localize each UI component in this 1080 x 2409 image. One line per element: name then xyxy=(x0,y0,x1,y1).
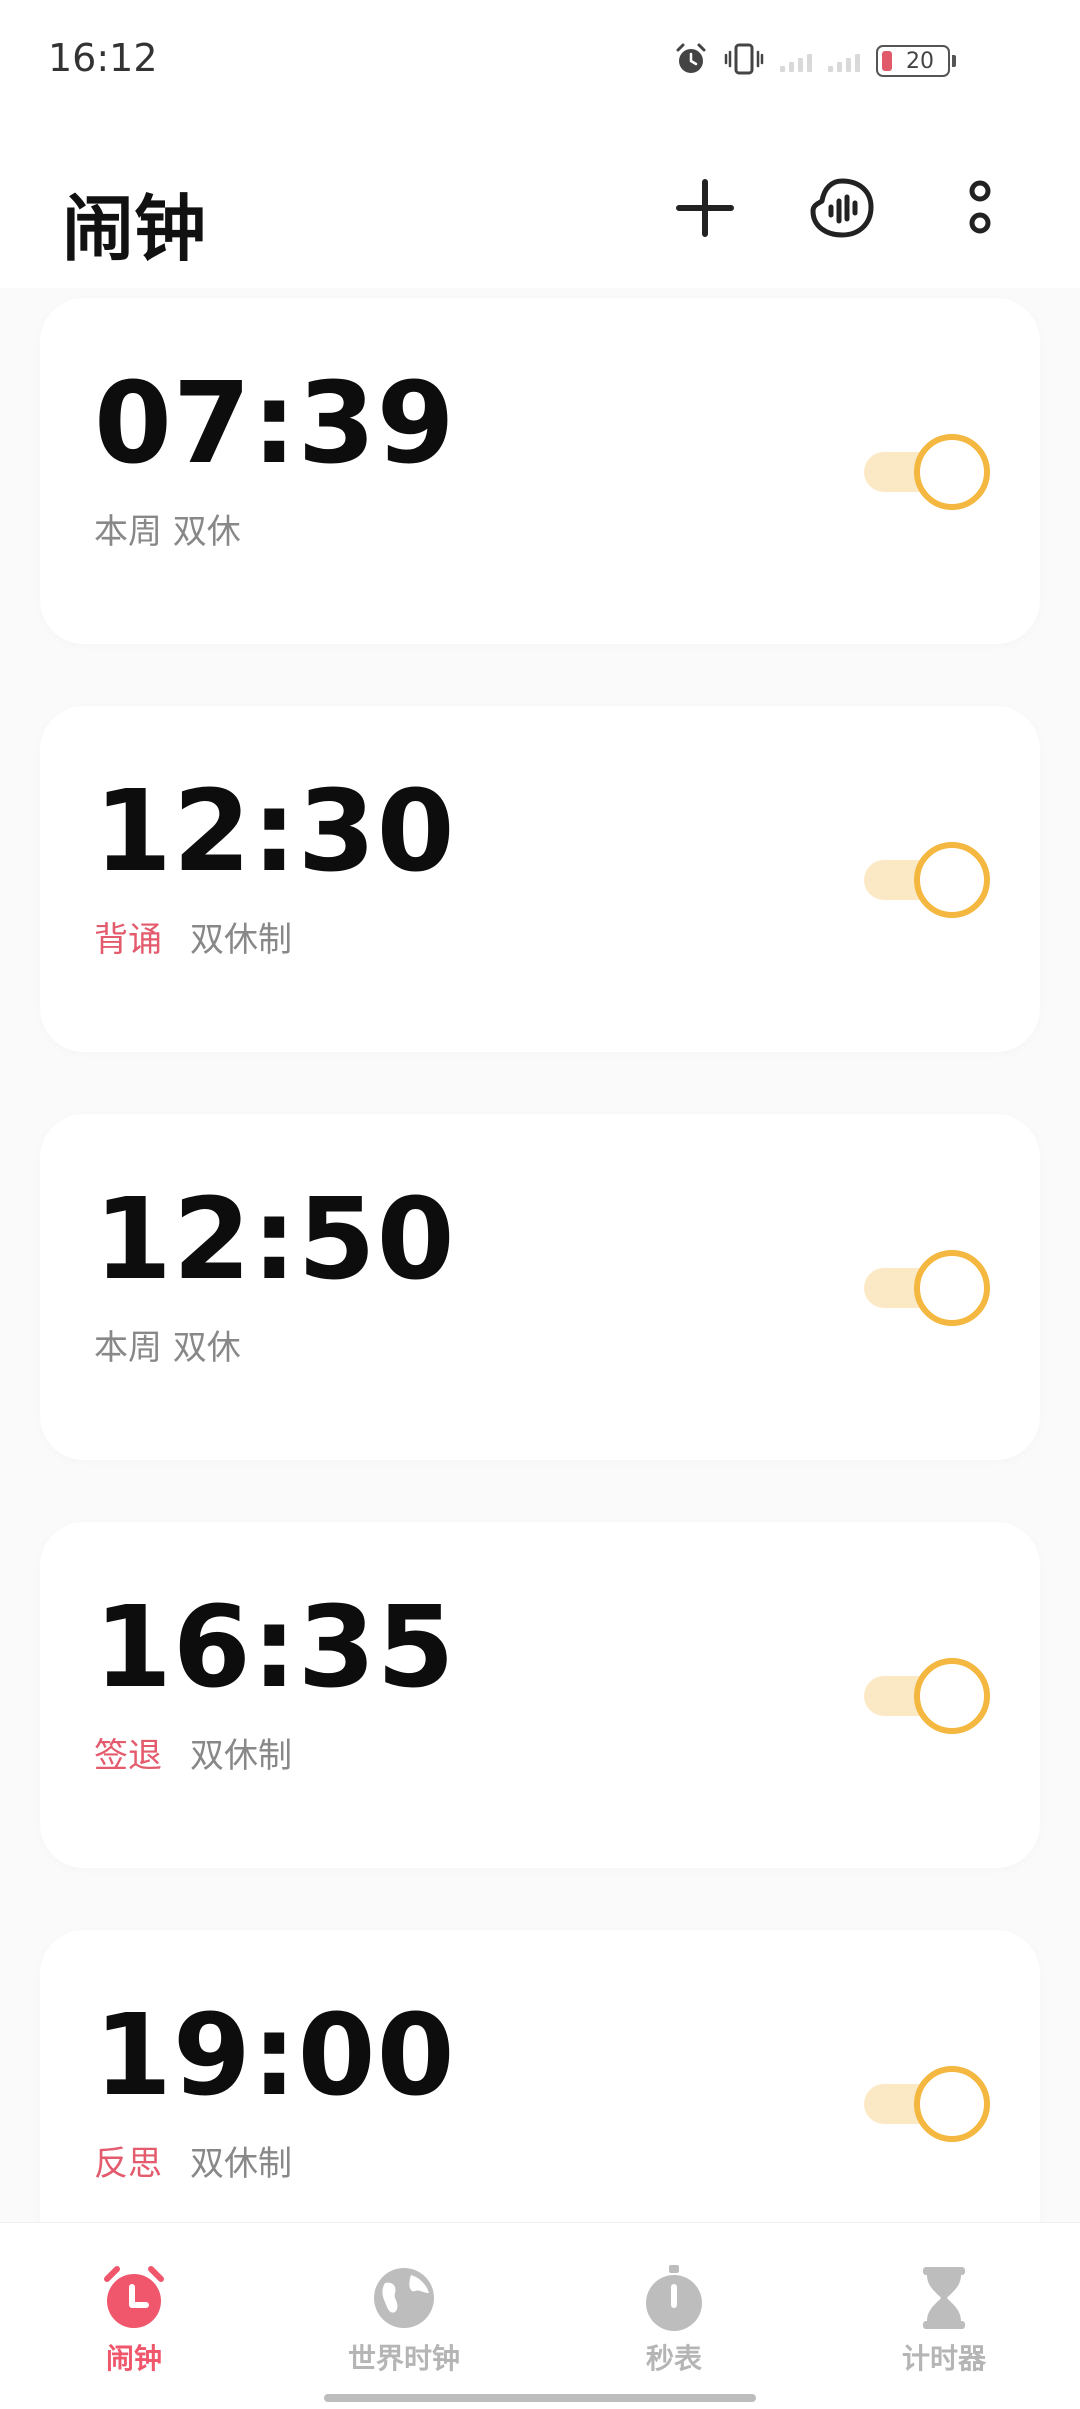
nav-label: 计时器 xyxy=(901,2342,986,2375)
nav-tab-world-clock[interactable]: 世界时钟 xyxy=(304,2263,504,2377)
battery-icon: 20 xyxy=(876,45,950,77)
alarm-toggle[interactable] xyxy=(864,842,990,918)
alarm-repeat: 双休制 xyxy=(190,1736,292,1776)
app-header: 闹钟 xyxy=(0,120,1080,288)
signal-icon-2 xyxy=(828,50,860,72)
alarm-card[interactable]: 12:50 本周 双休 xyxy=(40,1114,1040,1460)
alarm-toggle[interactable] xyxy=(864,1658,990,1734)
globe-icon xyxy=(369,2263,439,2333)
alarm-card[interactable]: 12:30 背诵 双休制 xyxy=(40,706,1040,1052)
alarm-card[interactable]: 07:39 本周 双休 xyxy=(40,298,1040,644)
more-vertical-icon xyxy=(965,175,995,245)
stopwatch-icon xyxy=(639,2263,709,2333)
alarm-status-icon xyxy=(674,42,708,80)
alarm-repeat: 双休制 xyxy=(190,920,292,960)
alarm-label: 反思 xyxy=(94,2144,162,2184)
alarm-label: 签退 xyxy=(94,1736,162,1776)
alarm-repeat: 双休制 xyxy=(190,2144,292,2184)
battery-tip xyxy=(952,55,956,67)
alarm-toggle[interactable] xyxy=(864,2066,990,2142)
nav-tab-alarm[interactable]: 闹钟 xyxy=(34,2263,234,2377)
status-icons: 20 xyxy=(674,42,956,80)
alarm-subtitle: 反思 双休制 xyxy=(94,2136,292,2185)
voice-button[interactable] xyxy=(802,170,882,250)
alarm-subtitle: 本周 双休 xyxy=(94,504,241,553)
home-indicator[interactable] xyxy=(324,2394,756,2402)
vibrate-icon xyxy=(724,42,764,80)
status-time: 16:12 xyxy=(48,36,158,80)
nav-tab-stopwatch[interactable]: 秒表 xyxy=(574,2263,774,2377)
add-alarm-button[interactable] xyxy=(665,170,745,250)
alarm-time: 12:30 xyxy=(94,767,456,897)
alarm-time: 07:39 xyxy=(94,359,456,489)
alarm-repeat: 本周 双休 xyxy=(94,512,241,552)
alarm-subtitle: 签退 双休制 xyxy=(94,1728,292,1777)
alarm-repeat: 本周 双休 xyxy=(94,1328,241,1368)
page-title: 闹钟 xyxy=(62,187,207,271)
alarm-clock-icon xyxy=(99,2263,169,2333)
alarm-time: 12:50 xyxy=(94,1175,456,1305)
alarm-label: 背诵 xyxy=(94,920,162,960)
signal-icon-1 xyxy=(780,50,812,72)
battery-level: 20 xyxy=(906,48,934,74)
nav-tab-timer[interactable]: 计时器 xyxy=(844,2263,1044,2377)
alarm-time: 19:00 xyxy=(94,1991,456,2121)
status-bar: 16:12 20 xyxy=(0,0,1080,120)
voice-icon xyxy=(809,175,875,245)
alarm-toggle[interactable] xyxy=(864,434,990,510)
hourglass-icon xyxy=(909,2263,979,2333)
nav-label: 世界时钟 xyxy=(347,2342,460,2375)
bottom-nav: 闹钟 世界时钟 秒表 计时器 xyxy=(0,2222,1080,2409)
plus-icon xyxy=(675,178,735,242)
more-options-button[interactable] xyxy=(940,170,1020,250)
nav-label: 秒表 xyxy=(645,2342,702,2375)
alarm-subtitle: 背诵 双休制 xyxy=(94,912,292,961)
nav-label: 闹钟 xyxy=(105,2342,162,2375)
alarm-subtitle: 本周 双休 xyxy=(94,1320,241,1369)
alarm-toggle[interactable] xyxy=(864,1250,990,1326)
alarm-time: 16:35 xyxy=(94,1583,456,1713)
alarm-list: 07:39 本周 双休 12:30 背诵 双休制 12:50 本周 双休 16:… xyxy=(40,298,1040,2338)
alarm-card[interactable]: 16:35 签退 双休制 xyxy=(40,1522,1040,1868)
